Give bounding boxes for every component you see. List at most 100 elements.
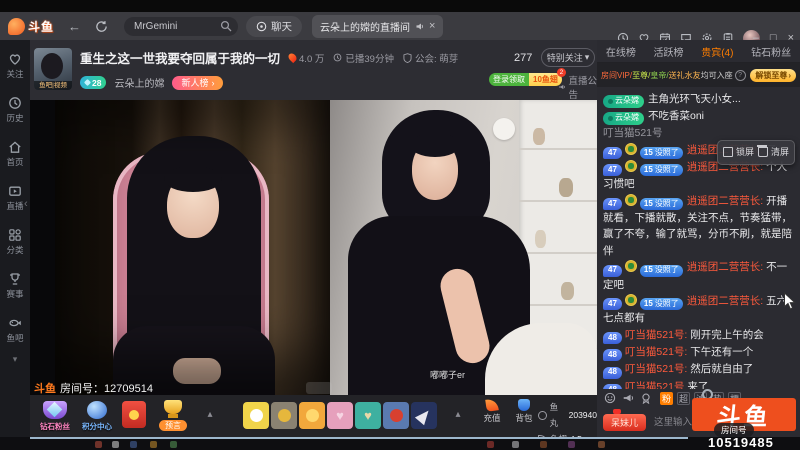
pink-heart-card-gift[interactable]: ♥ <box>327 402 353 429</box>
quality-tag[interactable] <box>306 382 332 394</box>
newcomer-rank-button[interactable]: 新人榜 › <box>172 75 224 90</box>
taskbar-app-icon <box>487 441 494 448</box>
message-username[interactable]: 逍遥团二营营长: <box>687 261 766 273</box>
douyu-app-window: 斗鱼 ← 聊天 云朵上的嫦的直播间 × – □ <box>0 0 800 450</box>
island-heart-gift[interactable]: ♥ <box>355 402 381 429</box>
gold-coin-gift[interactable] <box>271 402 297 429</box>
chat-shortcut-button[interactable]: 聊天 <box>246 15 303 37</box>
diamond-fans-button[interactable]: 钻石粉丝 <box>36 399 74 431</box>
sidebar-item-follow[interactable]: 关注 <box>6 52 24 80</box>
live-room-tab[interactable]: 云朵上的嫦的直播间 × <box>312 14 444 38</box>
gift-list: ♥ ♥ <box>243 402 437 429</box>
sidebar-items: 关注历史首页直播分类赛事鱼吧 <box>6 52 24 360</box>
announcement-icon <box>559 84 565 90</box>
lock-screen-icon <box>722 147 733 158</box>
sidebar-item-live[interactable]: 直播 <box>6 184 24 212</box>
recharge-button[interactable]: 充值 <box>478 398 506 424</box>
top-black-strip <box>0 0 800 12</box>
special-follow-button[interactable]: 特别关注 ▾ <box>541 48 595 67</box>
message-text: 来了 <box>687 380 709 390</box>
medal-icon[interactable] <box>640 392 652 404</box>
white-shelf <box>493 100 597 348</box>
chat-message-list[interactable]: 云朵嫦主角光环飞天小女...云朵嫦不吃香菜oni叮当猫521号4715没照了逍遥… <box>597 87 800 389</box>
horn-icon[interactable] <box>622 392 634 404</box>
message-username[interactable]: 叮当猫521号 <box>625 381 687 390</box>
清屏-button[interactable]: 清屏 <box>756 144 789 161</box>
refresh-icon[interactable] <box>95 20 108 33</box>
user-level-badge: 47 <box>603 164 622 176</box>
flame-icon <box>286 51 299 64</box>
entry-notice: 叮当猫521号 <box>603 127 663 139</box>
streamer-name[interactable]: 云朵上的嫦 <box>114 75 164 90</box>
back-icon[interactable]: ← <box>68 19 81 34</box>
prophecy-button[interactable]: 预言 <box>154 399 192 431</box>
fan-club-badge: 15 没照了 <box>639 298 683 311</box>
room-announcement-button[interactable]: 直播公告 <box>558 73 597 101</box>
emoji-icon[interactable] <box>604 392 616 404</box>
expand-activities-chevron-icon[interactable]: ▴ <box>202 407 218 423</box>
notice-segment: 均可入座 <box>700 70 733 80</box>
help-icon[interactable]: ? <box>734 69 746 81</box>
taskbar-app-icon <box>540 441 547 448</box>
video-player[interactable]: 嘟嘟子er 斗鱼 房间号：12709514 <box>30 100 597 395</box>
fan-badge-button[interactable]: 呆妹儿 <box>603 408 647 431</box>
sidebar-more-chevron-icon[interactable]: ▾ <box>13 354 18 365</box>
live-icon <box>8 184 22 198</box>
message-username[interactable]: 叮当猫521号: <box>625 329 690 341</box>
message-username[interactable]: 叮当猫521号: <box>625 363 690 375</box>
gold-ticket-gift[interactable] <box>299 402 325 429</box>
chat-tab[interactable]: 在线榜 <box>606 44 636 59</box>
broadcast-duration: 已播39分钟 <box>333 51 394 65</box>
login-reward-badge[interactable]: 登录领取 10鱼翅 2 <box>489 68 566 86</box>
sidebar-collapse-icon[interactable]: ‹ <box>24 198 28 210</box>
medal-badge-icon <box>624 294 637 306</box>
like-hand-gift[interactable] <box>243 402 269 429</box>
sidebar-item-label: 直播 <box>6 201 24 211</box>
home-icon <box>8 140 22 154</box>
锁屏-button[interactable]: 锁屏 <box>722 144 754 161</box>
streamer-avatar[interactable]: 鱼吧|视频 <box>34 48 72 90</box>
sidebar-item-yuba[interactable]: 鱼吧 <box>6 316 24 344</box>
sidebar-item-home[interactable]: 首页 <box>6 140 24 168</box>
backpack-button[interactable]: 背包 <box>510 399 538 424</box>
douyu-fish-icon <box>8 17 25 35</box>
guild-info: 公会: 萌芽 <box>403 51 458 65</box>
sidebar-item-history[interactable]: 历史 <box>6 96 24 124</box>
avatar-tag: 鱼吧|视频 <box>34 81 72 90</box>
taskbar-app-icon <box>112 441 119 448</box>
chat-tab[interactable]: 活跃榜 <box>654 44 684 59</box>
points-center-button[interactable]: 积分中心 <box>78 399 116 431</box>
message-username[interactable]: 逍遥团二营营长: <box>687 195 766 207</box>
filter-button-粉[interactable]: 粉 <box>660 391 673 405</box>
chat-tab[interactable]: 钻石粉丝 <box>751 44 791 59</box>
tab-sound-icon <box>416 23 423 29</box>
unlock-supreme-button[interactable]: 解锁至尊 › <box>750 68 796 82</box>
notice-segments: 房间VIP/至尊/皇帝/送礼水友 均可入座 <box>601 70 733 81</box>
chat-button-label: 聊天 <box>271 20 293 33</box>
message-username[interactable]: 逍遥团二营营长: <box>687 295 766 307</box>
vip-seat-notice: 房间VIP/至尊/皇帝/送礼水友 均可入座 ? 解锁至尊 › <box>597 63 800 87</box>
history-icon <box>8 96 22 110</box>
red-packet-button[interactable] <box>122 401 146 428</box>
tab-close-icon[interactable]: × <box>429 20 435 32</box>
search-icon[interactable] <box>220 20 232 32</box>
chat-tab[interactable]: 贵宾(4) <box>701 44 733 59</box>
sidebar-item-category[interactable]: 分类 <box>6 228 24 256</box>
message-context-menu: 锁屏 清屏 <box>716 140 795 165</box>
douyu-logo[interactable]: 斗鱼 <box>8 17 55 35</box>
chat-message: 48 叮当猫521号 来了 <box>603 379 794 390</box>
super-figure-gift[interactable] <box>383 402 409 429</box>
expand-gifts-chevron-icon[interactable]: ▴ <box>450 407 466 423</box>
taskbar-app-icon <box>568 441 575 448</box>
level-diamond-icon <box>83 78 92 87</box>
rocket-gift[interactable] <box>411 402 437 429</box>
douyu-logo-text: 斗鱼 <box>28 19 55 34</box>
backpack-icon <box>518 399 530 411</box>
sidebar-item-label: 赛事 <box>6 289 24 299</box>
room-title-row: 重生之这一世我要夺回属于我的一切 4.0 万 已播39分钟 公会: 萌芽 <box>80 48 458 67</box>
message-username[interactable]: 叮当猫521号: <box>625 346 690 358</box>
filter-button-超[interactable]: 超 <box>677 391 690 405</box>
streamer-row: 28 云朵上的嫦 新人榜 › <box>80 75 224 90</box>
fan-club-badge: 15 没照了 <box>639 197 683 210</box>
sidebar-item-match[interactable]: 赛事 <box>6 272 24 300</box>
